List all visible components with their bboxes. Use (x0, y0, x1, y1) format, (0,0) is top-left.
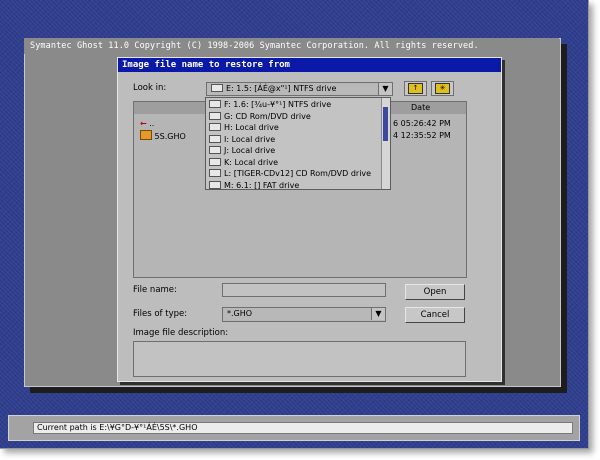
look-in-label: Look in: (133, 83, 167, 93)
dropdown-item-label: H: Local drive (224, 123, 279, 132)
status-label: Current path is (37, 423, 97, 432)
dialog-title: Image file name to restore from (118, 58, 501, 72)
cd-drive-icon (209, 169, 221, 177)
look-in-combo[interactable]: E: 1.5: [ÁÉ@x"¹] NTFS drive ▼ (206, 82, 393, 96)
file-name: .. (149, 119, 155, 128)
description-field[interactable] (133, 341, 466, 377)
drive-icon (209, 180, 221, 189)
dropdown-item-label: M: 6.1: [] FAT drive (224, 180, 300, 190)
drive-icon (209, 100, 221, 108)
parent-folder-icon: ← (140, 119, 147, 128)
list-item[interactable]: 5S.GHO (140, 130, 186, 142)
dropdown-item[interactable]: M: 6.1: [] FAT drive (209, 180, 300, 190)
dropdown-item[interactable]: G: CD Rom/DVD drive (209, 111, 311, 123)
description-label: Image file description: (133, 328, 229, 338)
dropdown-item[interactable]: K: Local drive (209, 157, 278, 169)
status-path: E:\¥G°D-¥°¹ÁÉ\5S\*.GHO (99, 423, 198, 432)
dropdown-item-label: J: Local drive (224, 146, 276, 155)
up-folder-icon: ↑ (408, 83, 423, 94)
file-name: 5S.GHO (154, 132, 186, 141)
files-of-type-value: *.GHO (227, 309, 253, 318)
chevron-down-icon[interactable]: ▼ (371, 308, 385, 320)
file-name-label: File name: (133, 285, 177, 295)
file-date: 6 05:26:42 PM (393, 119, 451, 128)
new-folder-button[interactable]: ✳ (431, 81, 454, 96)
file-date: 4 12:35:52 PM (393, 131, 451, 140)
dropdown-item[interactable]: L: [TIGER-CDv12] CD Rom/DVD drive (209, 168, 371, 180)
cd-drive-icon (209, 111, 221, 120)
chevron-down-icon[interactable]: ▼ (378, 83, 392, 95)
drive-icon (209, 146, 221, 154)
list-item[interactable]: ← .. (140, 118, 154, 130)
current-path-display: Current path is E:\¥G°D-¥°¹ÁÉ\5S\*.GHO (33, 422, 573, 434)
dropdown-item[interactable]: I: Local drive (209, 134, 275, 146)
dropdown-item[interactable]: F: 1.6: [¾u-¥°¹] NTFS drive (209, 99, 331, 111)
dropdown-scrollbar[interactable] (381, 98, 390, 189)
ghost-image-icon (140, 130, 152, 140)
new-folder-icon: ✳ (435, 83, 450, 94)
drive-icon (209, 157, 221, 166)
files-of-type-combo[interactable]: *.GHO ▼ (222, 307, 386, 322)
dropdown-item[interactable]: J: Local drive (209, 145, 275, 157)
dropdown-item-label: G: CD Rom/DVD drive (224, 111, 311, 121)
drive-icon (209, 134, 221, 143)
dropdown-item-label: I: Local drive (224, 134, 276, 144)
files-of-type-label: Files of type: (133, 309, 188, 319)
app-title: Symantec Ghost 11.0 Copyright (C) 1998-2… (24, 38, 559, 54)
drive-icon (211, 84, 223, 92)
scrollbar-thumb[interactable] (383, 107, 388, 141)
drive-dropdown-list[interactable]: F: 1.6: [¾u-¥°¹] NTFS drive G: CD Rom/DV… (205, 97, 391, 190)
look-in-value: E: 1.5: [ÁÉ@x"¹] NTFS drive (226, 84, 337, 93)
dropdown-item[interactable]: H: Local drive (209, 122, 279, 134)
dropdown-item-label: F: 1.6: [¾u-¥°¹] NTFS drive (224, 100, 332, 109)
cancel-button[interactable]: Cancel (405, 307, 465, 323)
dropdown-item-label: K: Local drive (224, 157, 279, 167)
open-button[interactable]: Open (405, 284, 465, 300)
drive-icon (209, 123, 221, 131)
up-folder-button[interactable]: ↑ (404, 81, 427, 96)
dropdown-item-label: L: [TIGER-CDv12] CD Rom/DVD drive (224, 169, 372, 178)
status-bar: Current path is E:\¥G°D-¥°¹ÁÉ\5S\*.GHO (8, 415, 580, 441)
file-name-input[interactable] (222, 283, 386, 297)
